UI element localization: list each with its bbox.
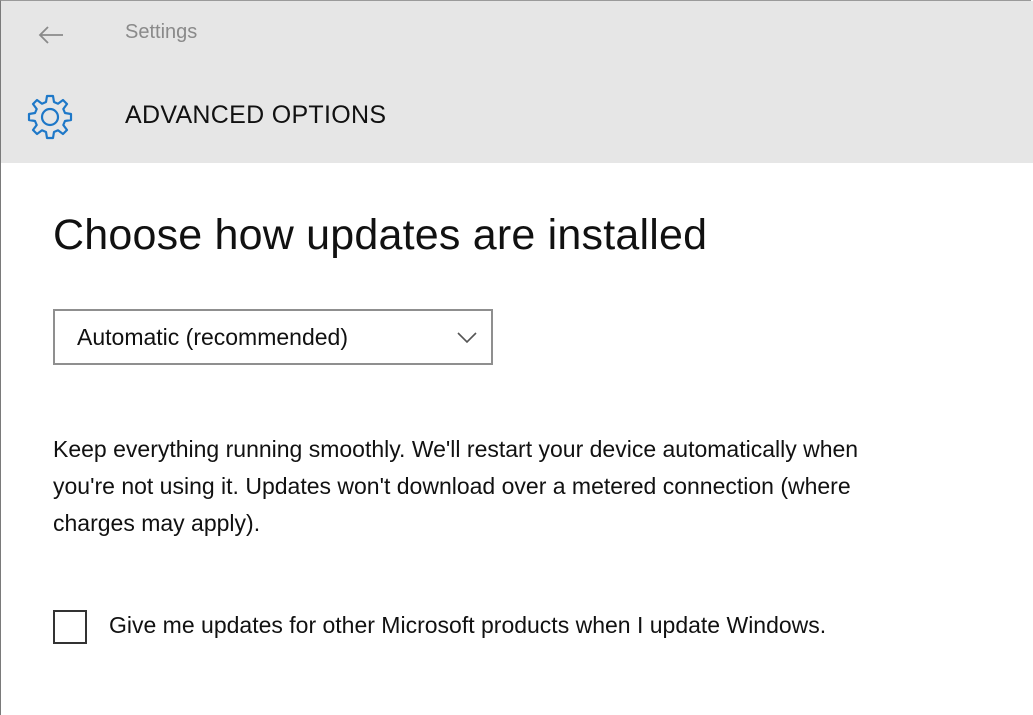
page-header-row: ADVANCED OPTIONS (1, 81, 1033, 153)
settings-window: Settings ADVANCED OPTIONS Choose how upd… (0, 0, 1033, 715)
window-title: Settings (125, 21, 198, 43)
gear-icon (27, 94, 73, 140)
section-heading: Choose how updates are installed (53, 211, 708, 259)
other-products-option: Give me updates for other Microsoft prod… (53, 606, 973, 644)
back-button[interactable] (31, 15, 71, 55)
install-mode-selected: Automatic (recommended) (77, 323, 348, 350)
back-arrow-icon (38, 26, 63, 44)
page-title: ADVANCED OPTIONS (125, 101, 387, 129)
other-products-checkbox[interactable] (53, 610, 87, 644)
title-row: Settings (1, 1, 1033, 71)
title-bar: Settings ADVANCED OPTIONS (1, 1, 1033, 163)
other-products-checkbox-label[interactable]: Give me updates for other Microsoft prod… (109, 606, 826, 644)
install-mode-description: Keep everything running smoothly. We'll … (53, 436, 859, 536)
main-content: Choose how updates are installed Automat… (53, 211, 1011, 644)
install-mode-dropdown[interactable]: Automatic (recommended) (53, 309, 493, 365)
chevron-down-icon (457, 332, 477, 344)
